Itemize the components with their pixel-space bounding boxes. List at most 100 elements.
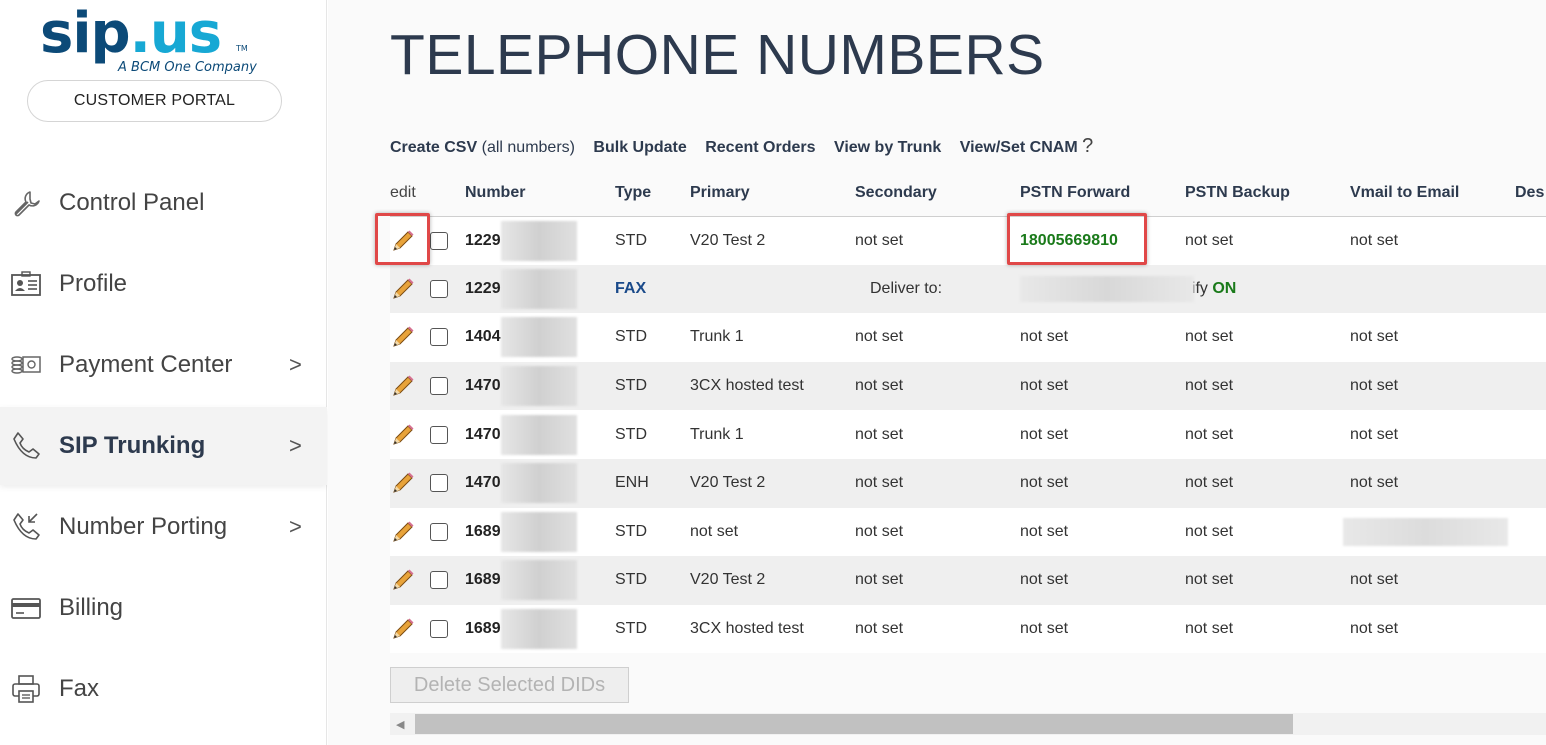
table-row: 1229 FAX Deliver to: Notify ON — [390, 264, 1546, 314]
secondary-route: not set — [855, 458, 1020, 508]
table-row: 1229 STD V20 Test 2 not set 18005669810 … — [390, 216, 1546, 265]
pstn-backup-value: not set — [1185, 216, 1350, 265]
primary-route: 3CX hosted test — [690, 604, 855, 654]
main-content: TELEPHONE NUMBERS Create CSV (all number… — [328, 0, 1546, 745]
number-type: STD — [615, 556, 690, 605]
pstn-backup-value: not set — [1185, 361, 1350, 411]
primary-route: 3CX hosted test — [690, 361, 855, 411]
redacted-digits — [500, 511, 577, 552]
row-checkbox[interactable] — [430, 279, 448, 298]
numbers-table-container: edit Number Type Primary Secondary PSTN … — [390, 170, 1546, 660]
pencil-edit-icon[interactable] — [390, 616, 416, 642]
row-checkbox[interactable] — [430, 377, 448, 396]
table-row: 1470 ENH V20 Test 2 not set not set not … — [390, 458, 1546, 508]
secondary-route: not set — [855, 604, 1020, 654]
column-header-primary[interactable]: Primary — [690, 170, 855, 217]
pstn-forward-value: not set — [1020, 458, 1185, 508]
row-checkbox[interactable] — [430, 231, 448, 250]
primary-route: V20 Test 2 — [690, 556, 855, 605]
vmail-value: not set — [1350, 361, 1515, 411]
phone-icon — [13, 432, 40, 459]
number-type: STD — [615, 604, 690, 654]
sidebar-item-billing[interactable]: Billing — [0, 569, 327, 647]
redacted-digits — [500, 366, 577, 407]
horizontal-scrollbar[interactable]: ◀ — [390, 713, 1546, 735]
pstn-forward-value: not set — [1020, 410, 1185, 459]
redacted-email — [1343, 517, 1508, 546]
sidebar-item-label: Payment Center — [59, 351, 233, 378]
help-icon[interactable]: ? — [1082, 135, 1093, 157]
secondary-route: not set — [855, 507, 1020, 557]
column-header-pstn-backup[interactable]: PSTN Backup — [1185, 170, 1350, 217]
row-checkbox[interactable] — [430, 328, 448, 347]
sidebar: sip.us TM A BCM One Company CUSTOMER POR… — [0, 0, 327, 745]
pencil-edit-icon[interactable] — [390, 373, 416, 399]
sidebar-item-label: Control Panel — [59, 189, 205, 216]
pencil-edit-icon[interactable] — [390, 276, 416, 302]
redacted-digits — [500, 414, 577, 455]
sidebar-item-profile[interactable]: Profile — [0, 245, 327, 323]
recent-orders-link[interactable]: Recent Orders — [705, 139, 815, 156]
column-header-type[interactable]: Type — [615, 170, 690, 217]
view-by-trunk-link[interactable]: View by Trunk — [834, 139, 941, 156]
sidebar-item-sip-trunking[interactable]: SIP Trunking > — [0, 407, 327, 485]
pencil-edit-icon[interactable] — [390, 324, 416, 350]
notify-status: ON — [1212, 279, 1237, 297]
pencil-edit-icon[interactable] — [390, 519, 416, 545]
redacted-digits — [500, 560, 577, 601]
row-checkbox[interactable] — [430, 425, 448, 444]
wrench-icon — [14, 191, 40, 217]
view-set-cnam-link[interactable]: View/Set CNAM — [960, 139, 1078, 156]
column-header-secondary[interactable]: Secondary — [855, 170, 1020, 217]
number-type: STD — [615, 507, 690, 557]
redacted-digits — [500, 317, 577, 358]
redacted-digits — [500, 609, 577, 650]
sipus-logo[interactable]: sip.us TM A BCM One Company — [40, 2, 270, 80]
bulk-update-link[interactable]: Bulk Update — [593, 139, 686, 156]
row-checkbox[interactable] — [430, 620, 448, 639]
secondary-route: not set — [855, 410, 1020, 459]
secondary-route: not set — [855, 556, 1020, 605]
pstn-backup-value: not set — [1185, 604, 1350, 654]
sidebar-item-fax[interactable]: Fax — [0, 650, 327, 728]
row-checkbox[interactable] — [430, 522, 448, 541]
row-checkbox[interactable] — [430, 571, 448, 590]
vmail-value: not set — [1350, 410, 1515, 459]
id-card-icon — [11, 271, 41, 296]
pstn-backup-value: not set — [1185, 313, 1350, 362]
cash-icon — [11, 356, 41, 374]
row-checkbox[interactable] — [430, 474, 448, 493]
sidebar-item-label: SIP Trunking — [59, 432, 206, 459]
sidebar-item-number-porting[interactable]: Number Porting > — [0, 488, 327, 566]
phone-number: 1689 — [465, 620, 501, 638]
table-row: 1470 STD 3CX hosted test not set not set… — [390, 361, 1546, 411]
sidebar-item-payment-center[interactable]: Payment Center > — [0, 326, 327, 404]
phone-incoming-icon — [13, 513, 40, 540]
phone-number: 1404 — [465, 328, 501, 346]
vmail-value: not set — [1350, 216, 1515, 265]
pencil-edit-icon[interactable] — [390, 470, 416, 496]
printer-icon — [12, 675, 40, 703]
vmail-value: not set — [1350, 604, 1515, 654]
column-header-description[interactable]: Des — [1515, 170, 1546, 217]
pencil-edit-icon[interactable] — [390, 567, 416, 593]
create-csv-note: (all numbers) — [481, 139, 575, 156]
logo-trademark: TM — [236, 44, 248, 53]
scrollbar-thumb[interactable] — [415, 714, 1293, 734]
delete-selected-dids-button[interactable]: Delete Selected DIDs — [390, 667, 629, 703]
column-header-number[interactable]: Number — [465, 170, 615, 217]
pstn-forward-value: not set — [1020, 313, 1185, 362]
customer-portal-button[interactable]: CUSTOMER PORTAL — [27, 80, 282, 122]
create-csv-link[interactable]: Create CSV — [390, 139, 477, 156]
column-header-vmail[interactable]: Vmail to Email — [1350, 170, 1515, 217]
sidebar-item-control-panel[interactable]: Control Panel — [0, 164, 327, 242]
chevron-right-icon: > — [289, 352, 302, 377]
pencil-edit-icon[interactable] — [390, 422, 416, 448]
column-header-pstn-forward[interactable]: PSTN Forward — [1020, 170, 1185, 217]
phone-number: 1229 — [465, 280, 501, 298]
logo-tagline: A BCM One Company — [118, 60, 257, 75]
scroll-left-arrow-icon[interactable]: ◀ — [396, 718, 404, 731]
number-type: STD — [615, 361, 690, 411]
number-type-fax: FAX — [615, 279, 647, 297]
redacted-digits — [500, 268, 577, 309]
